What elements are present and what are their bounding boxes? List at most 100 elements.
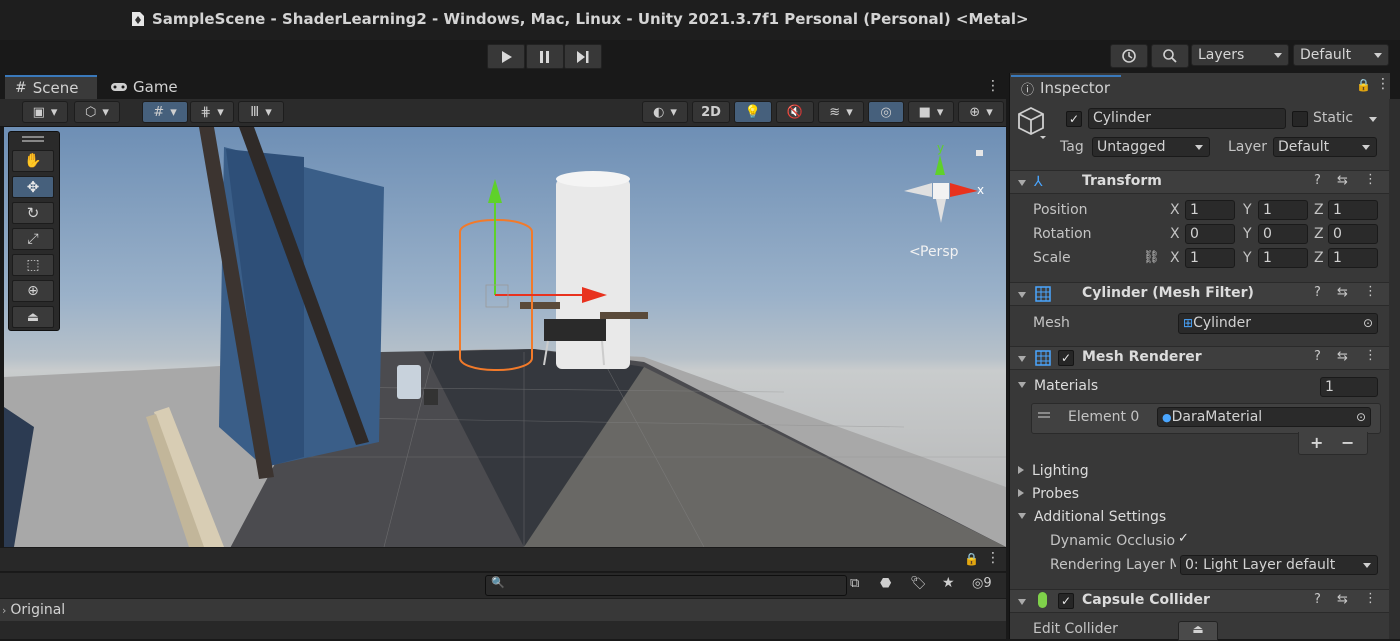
transform-component-header[interactable] [1010,170,1389,194]
scale-tool-button[interactable]: ⤢ [12,228,54,250]
filter-type-icon[interactable]: ⬣ [880,576,891,591]
hierarchy-search-input[interactable]: 🔍 [485,575,847,596]
position-z-field[interactable]: 1 [1328,200,1378,220]
rotate-tool-button[interactable]: ↻ [12,202,54,224]
scale-x-field[interactable]: 1 [1185,248,1235,268]
object-picker-icon[interactable]: ⊙ [1363,314,1373,332]
help-icon[interactable]: ? [1314,285,1321,300]
gameobject-cube-icon[interactable] [1016,106,1046,144]
gameobject-active-checkbox[interactable]: ✓ [1066,111,1082,127]
lock-icon[interactable]: 🔒 [1356,78,1371,92]
materials-size-field[interactable]: 1 [1320,377,1378,397]
help-icon[interactable]: ? [1314,592,1321,607]
tab-scene[interactable]: # Scene [5,75,97,99]
layout-dropdown[interactable]: Default [1293,44,1389,66]
mesh-object-field[interactable]: ⊞Cylinder ⊙ [1178,313,1378,334]
more-options-icon[interactable]: ⋮ [1376,76,1390,92]
position-y-field[interactable]: 1 [1258,200,1308,220]
orientation-center-cube[interactable] [933,183,949,199]
audio-toggle[interactable]: 🔇 [776,101,814,123]
shading-mode-dropdown[interactable]: ◐ ▾ [642,101,688,123]
history-button[interactable] [1110,44,1148,68]
constrain-proportions-icon[interactable]: ⛓ [1143,250,1160,265]
tab-inspector[interactable]: ⓘ Inspector [1011,75,1121,99]
hand-tool-button[interactable]: ✋ [12,150,54,172]
additional-settings-foldout[interactable]: Additional Settings [1018,509,1166,525]
orientation-gizmo[interactable] [904,155,978,223]
toggle-2d-button[interactable]: 2D [692,101,730,123]
lighting-foldout[interactable]: Lighting [1018,463,1089,479]
help-icon[interactable]: ? [1314,349,1321,364]
gizmos-dropdown[interactable]: ⊕ ▾ [958,101,1004,123]
static-chevron-down-icon[interactable] [1369,117,1377,122]
hidden-count-toggle[interactable]: ◎9 [972,576,992,591]
material-object-field[interactable]: ●DaraMaterial ⊙ [1157,407,1371,427]
component-menu-icon[interactable]: ⋮ [1364,284,1377,299]
foldout-arrow-icon[interactable] [1018,595,1034,611]
rotation-z-field[interactable]: 0 [1328,224,1378,244]
projection-label[interactable]: Persp [920,244,959,260]
custom-tool-button[interactable]: ⏏ [12,306,54,328]
open-window-icon[interactable]: ⧉ [850,576,859,591]
scale-z-field[interactable]: 1 [1328,248,1378,268]
reorder-handle[interactable] [1038,412,1050,414]
foldout-arrow-icon[interactable] [1018,288,1034,304]
foldout-arrow-icon[interactable] [1018,352,1034,368]
tree-item-original[interactable]: › Original [0,598,1006,621]
tag-dropdown[interactable]: Untagged [1092,137,1210,157]
play-button[interactable] [487,44,525,69]
chevron-right-icon[interactable]: › [2,604,6,617]
dynamic-occlusion-checkbox[interactable]: ✓ [1178,531,1189,546]
position-x-field[interactable]: 1 [1185,200,1235,220]
more-options-icon[interactable]: ⋮ [986,550,1000,566]
object-picker-icon[interactable]: ⊙ [1356,408,1366,426]
layer-dropdown[interactable]: Default [1273,137,1377,157]
lock-icon[interactable]: 🔒 [964,552,979,566]
orientation-neg-y-cone[interactable] [936,199,946,223]
component-menu-icon[interactable]: ⋮ [1364,172,1377,187]
label-tag-icon[interactable]: 🏷 [910,576,927,591]
gameobject-name-input[interactable]: Cylinder [1088,108,1286,129]
scene-lighting-toggle[interactable]: 💡 [734,101,772,123]
camera-dropdown[interactable]: ■ ▾ [908,101,954,123]
rotation-y-field[interactable]: 0 [1258,224,1308,244]
foldout-arrow-icon[interactable] [1018,176,1034,192]
scene-visibility-dropdown[interactable]: ⬡ ▾ [74,101,120,123]
pause-button[interactable] [526,44,564,69]
probes-foldout[interactable]: Probes [1018,486,1079,502]
presets-icon[interactable]: ⇆ [1337,592,1348,607]
rect-tool-button[interactable]: ⬚ [12,254,54,276]
grid-toggle-dropdown[interactable]: # ▾ [142,101,188,123]
component-menu-icon[interactable]: ⋮ [1364,348,1377,363]
scene-viewport[interactable]: y x < Persp [4,127,1006,547]
help-icon[interactable]: ? [1314,173,1321,188]
rotation-x-field[interactable]: 0 [1185,224,1235,244]
add-element-button[interactable]: + [1310,433,1323,452]
layers-dropdown[interactable]: Layers [1191,44,1289,66]
orientation-neg-x-cone[interactable] [904,183,932,197]
rendering-layer-dropdown[interactable]: 0: Light Layer default [1180,555,1378,575]
presets-icon[interactable]: ⇆ [1337,173,1348,188]
projection-arrow-icon[interactable]: < [909,244,921,260]
capsule-collider-enabled-checkbox[interactable]: ✓ [1058,593,1074,609]
lock-icon[interactable] [976,150,983,156]
move-tool-button[interactable]: ✥ [12,176,54,198]
search-button[interactable] [1151,44,1189,68]
scale-y-field[interactable]: 1 [1258,248,1308,268]
step-button[interactable] [564,44,602,69]
orientation-x-cone[interactable] [950,183,978,197]
inspector-scrollbar[interactable] [1389,99,1400,639]
gizmo-y-arrow[interactable] [488,179,502,203]
transform-tool-button[interactable]: ⊕ [12,280,54,302]
more-options-icon[interactable]: ⋮ [986,78,1000,94]
scene-render[interactable]: y x < Persp [4,127,1006,547]
static-checkbox[interactable] [1292,111,1308,127]
orientation-y-cone[interactable] [935,155,945,175]
edit-collider-button[interactable]: ⏏ [1178,621,1218,641]
materials-foldout[interactable]: Materials [1018,378,1098,394]
tab-game[interactable]: Game [100,75,188,99]
hidden-objects-toggle[interactable]: ◎ [868,101,904,123]
palette-drag-handle[interactable] [22,136,44,138]
increment-snap-dropdown[interactable]: Ⅲ ▾ [238,101,284,123]
presets-icon[interactable]: ⇆ [1337,349,1348,364]
